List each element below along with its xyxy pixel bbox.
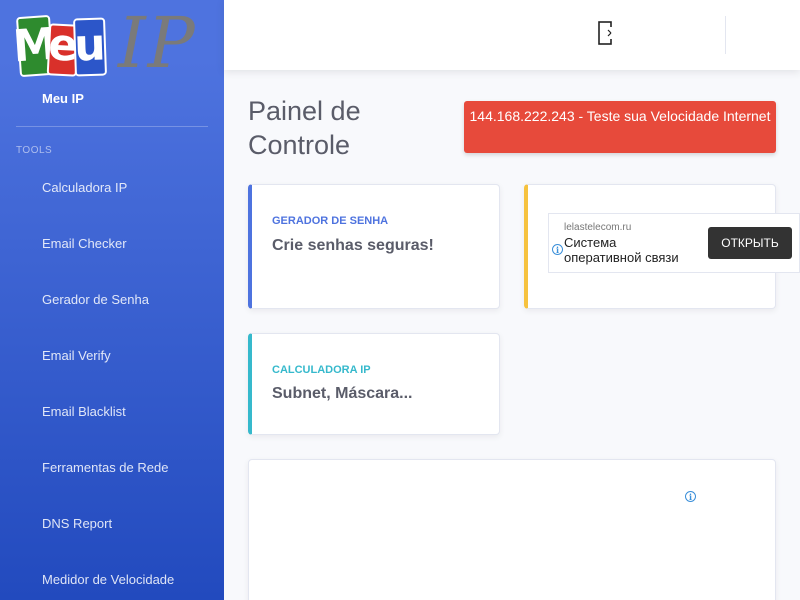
brand-name[interactable]: Meu IP — [42, 91, 84, 106]
sidebar-item-email-verify[interactable]: Email Verify — [42, 348, 111, 363]
topbar-divider — [725, 16, 726, 54]
sidebar-item-calculadora-ip[interactable]: Calculadora IP — [42, 180, 127, 195]
sidebar-heading: TOOLS — [16, 145, 53, 156]
brand-logo[interactable]: M e u IP — [11, 2, 208, 84]
door-exit-icon[interactable] — [598, 21, 612, 45]
card-gerador-de-senha[interactable]: GERADOR DE SENHA Crie senhas seguras! — [248, 184, 500, 309]
ad-text: Система оперативной связи — [564, 235, 679, 265]
page-title: Painel de Controle — [248, 96, 361, 160]
sidebar-item-ferramentas-de-rede[interactable]: Ferramentas de Rede — [42, 460, 168, 475]
sidebar-item-email-checker[interactable]: Email Checker — [42, 236, 127, 251]
ad-info-icon[interactable]: i — [685, 491, 696, 502]
topbar — [224, 0, 800, 70]
card-value: Subnet, Máscara... — [272, 385, 413, 402]
logo-meu-letters: M e u — [11, 10, 110, 78]
sidebar-item-dns-report[interactable]: DNS Report — [42, 516, 112, 531]
ad-open-button[interactable]: ОТКРЫТЬ — [708, 227, 792, 259]
card-calculadora-ip[interactable]: CALCULADORA IP Subnet, Máscara... — [248, 333, 500, 435]
ad-panel: i — [248, 459, 776, 600]
ad-banner[interactable]: i lelastelecom.ru Система оперативной св… — [548, 213, 800, 273]
sidebar-item-medidor-de-velocidade[interactable]: Medidor de Velocidade — [42, 572, 174, 587]
logo-letter-u: u — [72, 17, 108, 77]
ad-domain: lelastelecom.ru — [564, 222, 632, 233]
card-label: GERADOR DE SENHA — [272, 215, 389, 227]
ad-info-icon[interactable]: i — [552, 244, 563, 255]
card-label: CALCULADORA IP — [272, 364, 371, 376]
sidebar: M e u IP Meu IP TOOLS Calculadora IP Ema… — [0, 0, 224, 600]
sidebar-item-email-blacklist[interactable]: Email Blacklist — [42, 404, 126, 419]
card-value: Crie senhas seguras! — [272, 237, 434, 254]
sidebar-divider — [16, 126, 208, 127]
speed-test-button[interactable]: 144.168.222.243 - Teste sua Velocidade I… — [464, 101, 776, 153]
sidebar-item-gerador-de-senha[interactable]: Gerador de Senha — [42, 292, 149, 307]
logo-ip-text: IP — [118, 2, 197, 84]
